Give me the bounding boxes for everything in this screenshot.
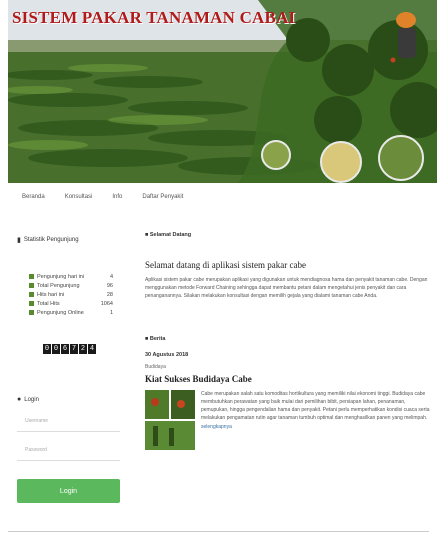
counter-digit: 4 [88, 344, 96, 354]
news-item: Cabe merupakan salah satu komoditas hort… [145, 390, 430, 450]
news-image [145, 390, 195, 450]
welcome-section-label: ■ Selamat Datang [145, 232, 192, 238]
user-icon: ● [17, 396, 22, 403]
visitor-stats-title: Statistik Pengunjung [23, 237, 79, 243]
nav-item-beranda[interactable]: Beranda [22, 194, 45, 200]
username-field[interactable]: Username [17, 411, 120, 432]
stat-row: Pengunjung Online 1 [29, 308, 113, 317]
read-more-link[interactable]: selengkapnya [201, 424, 430, 430]
site-title: SISTEM PAKAR TANAMAN CABAI [12, 8, 296, 27]
visitor-stats: Pengunjung hari ini 4 Total Pengunjung 96 … [29, 272, 113, 317]
login-heading: ● Login [17, 396, 120, 403]
nav-item-konsultasi[interactable]: Konsultasi [65, 194, 93, 200]
news-section-label: ■ Berita [145, 336, 166, 342]
counter-digit: 7 [70, 344, 78, 354]
counter-digit: 0 [52, 344, 60, 354]
footer-divider [8, 531, 429, 532]
welcome-title: Selamat datang di aplikasi sistem pakar … [145, 260, 306, 270]
chart-icon: ▮ [17, 237, 21, 244]
sidebar: ▮ Statistik Pengunjung Pengunjung hari i… [17, 236, 122, 354]
news-thumbnail[interactable] [145, 390, 195, 450]
stat-icon [29, 283, 34, 288]
counter-digit: 6 [61, 344, 69, 354]
stat-row: Total Hits 1064 [29, 299, 113, 308]
news-excerpt: Cabe merupakan salah satu komoditas hort… [201, 391, 430, 421]
main-nav: Beranda Konsultasi Info Daftar Penyakit [22, 194, 183, 200]
news-date: 30 Agustus 2018 [145, 352, 189, 358]
nav-item-daftar-penyakit[interactable]: Daftar Penyakit [142, 194, 183, 200]
hit-counter: 0 0 6 7 2 4 [43, 344, 97, 354]
header-banner: SISTEM PAKAR TANAMAN CABAI [8, 0, 437, 183]
stat-row: Total Pengunjung 96 [29, 281, 113, 290]
news-category[interactable]: Budidaya [145, 364, 430, 370]
counter-digit: 2 [79, 344, 87, 354]
counter-digit: 0 [43, 344, 51, 354]
stat-row: Pengunjung hari ini 4 [29, 272, 113, 281]
news-title[interactable]: Kiat Sukses Budidaya Cabe [145, 374, 430, 384]
nav-item-info[interactable]: Info [112, 194, 122, 200]
stat-icon [29, 301, 34, 306]
main-content: ■ Selamat Datang Selamat datang di aplik… [145, 232, 430, 450]
login-title: Login [24, 396, 39, 403]
visitor-stats-heading: ▮ Statistik Pengunjung [17, 236, 122, 244]
password-field[interactable]: Password [17, 440, 120, 461]
welcome-body: Aplikasi sistem pakar cabe merupakan apl… [145, 277, 428, 299]
stat-icon [29, 274, 34, 279]
login-panel: ● Login Username Password Login [17, 396, 120, 503]
login-button[interactable]: Login [17, 479, 120, 503]
stat-row: Hits hari ini 28 [29, 290, 113, 299]
stat-icon [29, 310, 34, 315]
stat-icon [29, 292, 34, 297]
